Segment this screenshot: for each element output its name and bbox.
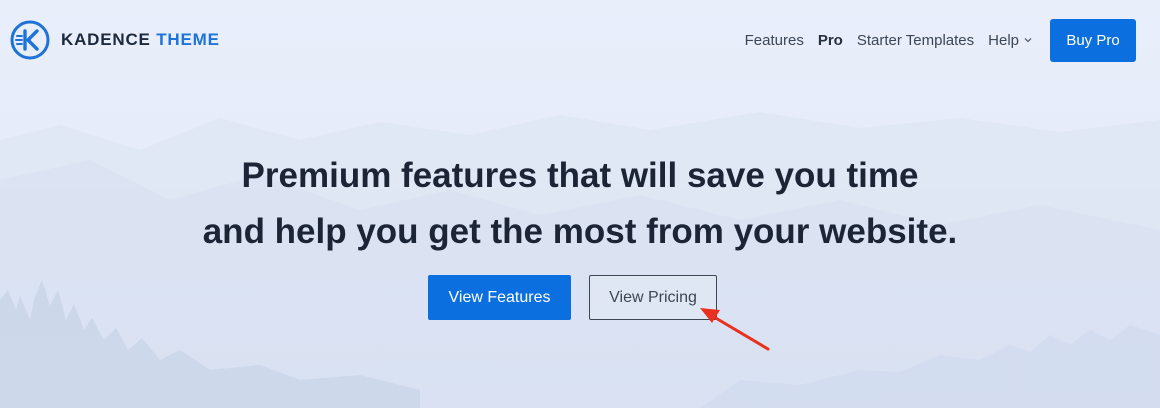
nav-item-features[interactable]: Features bbox=[745, 32, 804, 49]
annotation-arrow-icon bbox=[700, 308, 770, 351]
hero-title-line1: Premium features that will save you time bbox=[241, 156, 919, 195]
nav-item-starter-templates[interactable]: Starter Templates bbox=[857, 32, 974, 49]
brand-logo[interactable]: KADENCE THEME bbox=[10, 20, 220, 60]
nav-item-pro[interactable]: Pro bbox=[818, 32, 843, 49]
main-nav: Features Pro Starter Templates Help Buy … bbox=[731, 18, 1136, 62]
chevron-down-icon bbox=[1024, 38, 1032, 43]
brand-name-part2: THEME bbox=[156, 30, 220, 49]
buy-pro-button[interactable]: Buy Pro bbox=[1050, 18, 1136, 62]
nav-item-help[interactable]: Help bbox=[988, 32, 1033, 49]
hero-title-line2: and help you get the most from your webs… bbox=[202, 212, 958, 251]
kadence-logo-icon bbox=[10, 20, 50, 60]
nav-item-help-label: Help bbox=[988, 31, 1019, 49]
brand-name-part1: KADENCE bbox=[61, 30, 151, 49]
site-header: KADENCE THEME Features Pro Starter Templ… bbox=[0, 0, 1160, 82]
hero-title: Premium features that will save you time… bbox=[0, 148, 1160, 260]
page: KADENCE THEME Features Pro Starter Templ… bbox=[0, 0, 1160, 408]
view-features-button[interactable]: View Features bbox=[428, 275, 571, 320]
brand-name: KADENCE THEME bbox=[61, 30, 220, 50]
